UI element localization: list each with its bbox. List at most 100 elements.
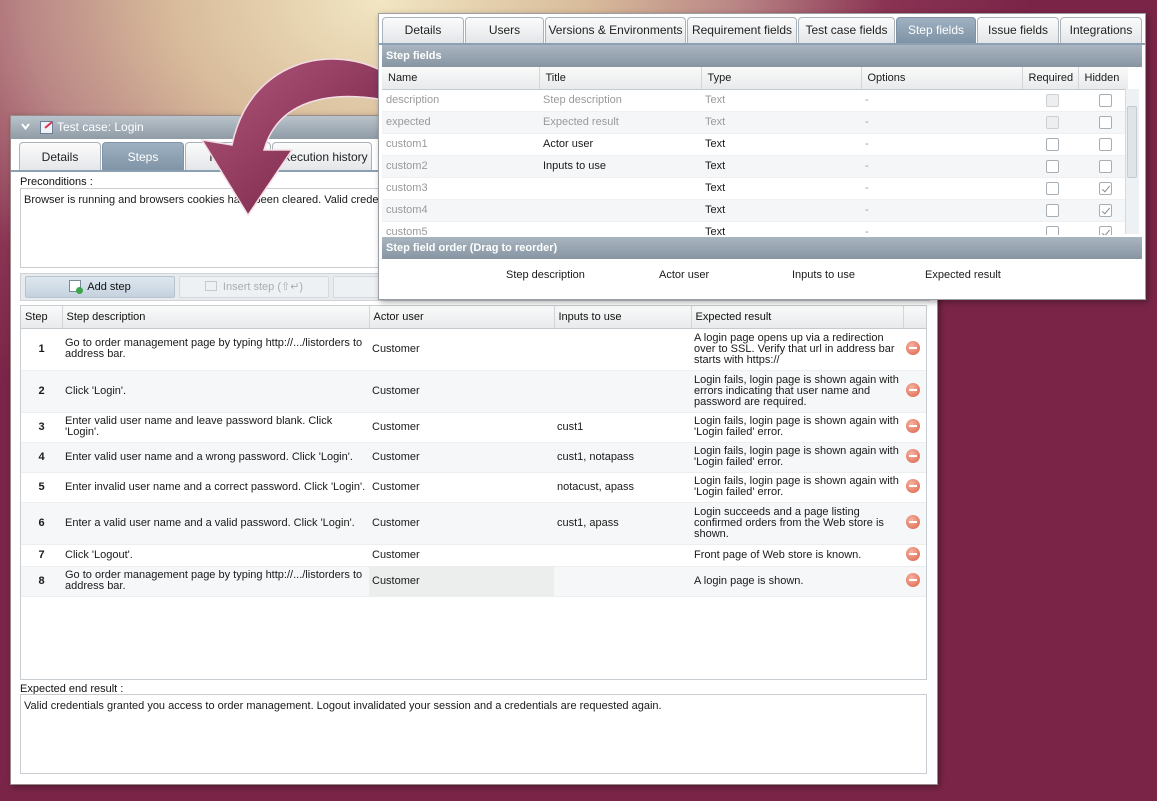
required-checkbox[interactable]: [1045, 181, 1059, 195]
tab-step-fields[interactable]: Step fields: [896, 17, 976, 43]
remove-step-icon[interactable]: [906, 572, 920, 587]
required-checkbox[interactable]: [1045, 159, 1059, 173]
remove-step-icon[interactable]: [906, 340, 920, 355]
actor-user[interactable]: Customer: [369, 566, 554, 597]
expected-result[interactable]: Front page of Web store is known.: [691, 544, 903, 567]
add-step-button[interactable]: Add step: [25, 276, 175, 298]
tab-users[interactable]: Users: [465, 17, 544, 43]
field-options[interactable]: -: [861, 221, 1022, 235]
step-description[interactable]: Click 'Logout'.: [62, 544, 369, 567]
hidden-checkbox[interactable]: [1098, 159, 1112, 173]
field-options[interactable]: -: [861, 133, 1022, 156]
table-row[interactable]: 7 Click 'Logout'. Customer Front page of…: [21, 544, 926, 567]
expected-end-result-field[interactable]: Valid credentials granted you access to …: [20, 694, 927, 774]
inputs-to-use[interactable]: [554, 544, 691, 567]
actor-user[interactable]: Customer: [369, 502, 554, 545]
order-item[interactable]: Step description: [506, 269, 585, 281]
field-title[interactable]: [539, 199, 701, 222]
remove-step-icon[interactable]: [906, 418, 920, 433]
actor-user[interactable]: Customer: [369, 472, 554, 503]
col-required[interactable]: Required: [1022, 67, 1079, 90]
remove-step-icon[interactable]: [906, 514, 920, 529]
remove-step-icon[interactable]: [906, 546, 920, 561]
field-type[interactable]: Text: [701, 89, 861, 112]
table-row[interactable]: custom2 Inputs to use Text -: [382, 155, 1128, 178]
scrollbar-thumb[interactable]: [1127, 106, 1137, 178]
inputs-to-use[interactable]: [554, 328, 691, 371]
col-name[interactable]: Name: [382, 67, 540, 90]
field-options[interactable]: -: [861, 177, 1022, 200]
field-title[interactable]: Expected result: [539, 111, 701, 134]
table-row[interactable]: 5 Enter invalid user name and a correct …: [21, 472, 926, 503]
required-checkbox[interactable]: [1045, 137, 1059, 151]
step-description[interactable]: Go to order management page by typing ht…: [62, 566, 369, 597]
field-type[interactable]: Text: [701, 111, 861, 134]
col-step[interactable]: Step: [21, 306, 63, 329]
remove-step-icon[interactable]: [906, 478, 920, 493]
expected-result[interactable]: Login succeeds and a page listing confir…: [691, 502, 903, 545]
field-type[interactable]: Text: [701, 155, 861, 178]
expected-result[interactable]: Login fails, login page is shown again w…: [691, 412, 903, 443]
col-type[interactable]: Type: [701, 67, 862, 90]
hidden-checkbox[interactable]: [1098, 181, 1112, 195]
hidden-checkbox[interactable]: [1098, 137, 1112, 151]
col-hidden[interactable]: Hidden: [1078, 67, 1128, 90]
step-description[interactable]: Click 'Login'.: [62, 370, 369, 413]
table-row[interactable]: 4 Enter valid user name and a wrong pass…: [21, 442, 926, 473]
field-title[interactable]: Inputs to use: [539, 155, 701, 178]
inputs-to-use[interactable]: cust1, apass: [554, 502, 691, 545]
table-row[interactable]: custom3 Text -: [382, 177, 1128, 200]
hidden-checkbox[interactable]: [1098, 225, 1112, 235]
field-options[interactable]: -: [861, 111, 1022, 134]
field-type[interactable]: Text: [701, 177, 861, 200]
step-description[interactable]: Enter invalid user name and a correct pa…: [62, 472, 369, 503]
col-actor-user[interactable]: Actor user: [369, 306, 555, 329]
field-type[interactable]: Text: [701, 199, 861, 222]
required-checkbox[interactable]: [1045, 203, 1059, 217]
actor-user[interactable]: Customer: [369, 370, 554, 413]
field-options[interactable]: -: [861, 89, 1022, 112]
actor-user[interactable]: Customer: [369, 442, 554, 473]
inputs-to-use[interactable]: [554, 566, 691, 597]
table-row[interactable]: 1 Go to order management page by typing …: [21, 328, 926, 371]
field-title[interactable]: Actor user: [539, 133, 701, 156]
field-title[interactable]: Step description: [539, 89, 701, 112]
col-expected-result[interactable]: Expected result: [691, 306, 904, 329]
col-title[interactable]: Title: [539, 67, 702, 90]
field-type[interactable]: Text: [701, 221, 861, 235]
tab-versions-environments[interactable]: Versions & Environments: [545, 17, 686, 43]
field-type[interactable]: Text: [701, 133, 861, 156]
col-options[interactable]: Options: [861, 67, 1023, 90]
tab-test-case-fields[interactable]: Test case fields: [798, 17, 895, 43]
table-row[interactable]: custom1 Actor user Text -: [382, 133, 1128, 156]
col-step-description[interactable]: Step description: [62, 306, 370, 329]
table-row[interactable]: 8 Go to order management page by typing …: [21, 566, 926, 597]
field-title[interactable]: [539, 177, 701, 200]
step-description[interactable]: Go to order management page by typing ht…: [62, 328, 369, 371]
collapse-chevron-icon[interactable]: [21, 122, 30, 131]
tab-issue-fields[interactable]: Issue fields: [977, 17, 1059, 43]
hidden-checkbox[interactable]: [1098, 93, 1112, 107]
tab-integrations[interactable]: Integrations: [1060, 17, 1142, 43]
tab-details[interactable]: Details: [19, 142, 101, 171]
order-item[interactable]: Actor user: [659, 269, 709, 281]
required-checkbox[interactable]: [1045, 225, 1059, 235]
field-options[interactable]: -: [861, 199, 1022, 222]
order-item[interactable]: Inputs to use: [792, 269, 855, 281]
field-title[interactable]: [539, 221, 701, 235]
expected-result[interactable]: A login page opens up via a redirection …: [691, 328, 903, 371]
field-options[interactable]: -: [861, 155, 1022, 178]
tab-details[interactable]: Details: [382, 17, 464, 43]
table-row[interactable]: 3 Enter valid user name and leave passwo…: [21, 412, 926, 443]
expected-result[interactable]: Login fails, login page is shown again w…: [691, 472, 903, 503]
col-inputs-to-use[interactable]: Inputs to use: [554, 306, 692, 329]
order-item[interactable]: Expected result: [925, 269, 1001, 281]
actor-user[interactable]: Customer: [369, 412, 554, 443]
inputs-to-use[interactable]: cust1: [554, 412, 691, 443]
inputs-to-use[interactable]: notacust, apass: [554, 472, 691, 503]
actor-user[interactable]: Customer: [369, 328, 554, 371]
table-row[interactable]: custom5 Text -: [382, 221, 1128, 235]
tab-requirement-fields[interactable]: Requirement fields: [687, 17, 797, 43]
expected-result[interactable]: Login fails, login page is shown again w…: [691, 370, 903, 413]
table-row[interactable]: 2 Click 'Login'. Customer Login fails, l…: [21, 370, 926, 413]
